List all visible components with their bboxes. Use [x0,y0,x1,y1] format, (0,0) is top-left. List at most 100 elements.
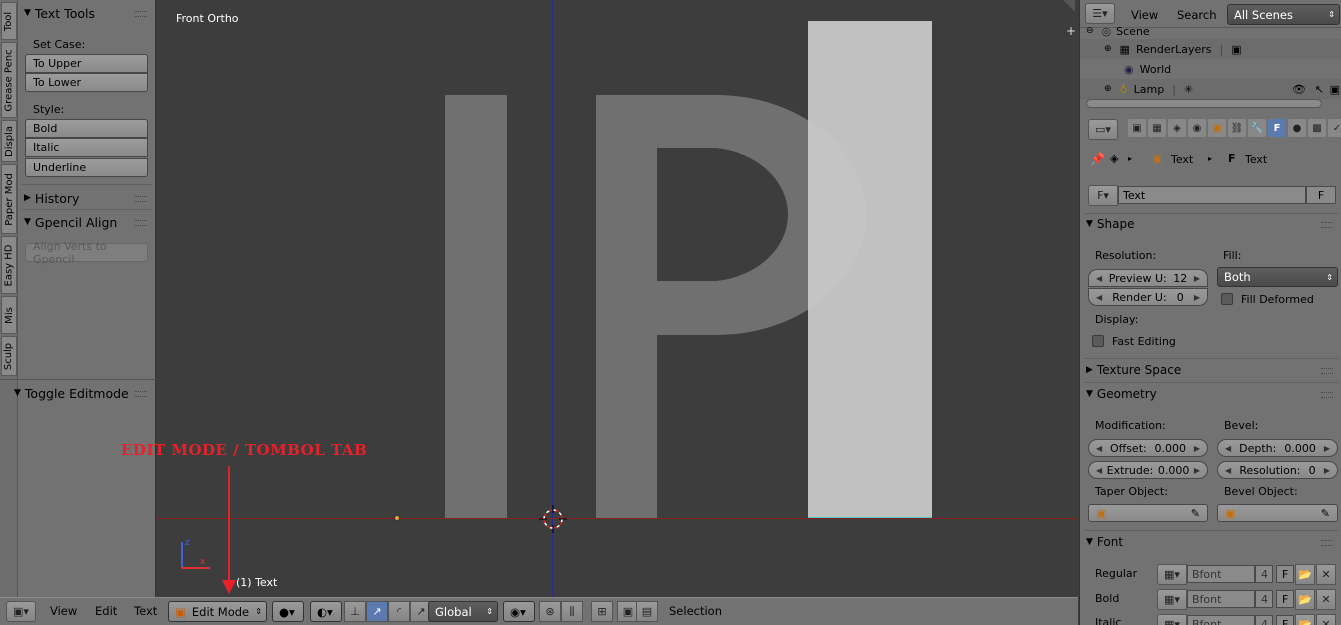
corner-handle-icon[interactable] [1063,0,1075,12]
menu-text[interactable]: Text [134,604,157,618]
datablock-name-field[interactable]: Text [1118,186,1306,204]
browse-font-icon[interactable]: ▦▾ [1157,589,1187,610]
scene-tab-icon[interactable]: ◈ [1168,119,1186,137]
unlink-close-icon[interactable]: ✕ [1316,589,1336,610]
menu-search[interactable]: Search [1177,8,1217,22]
bevel-resolution-field[interactable]: ◀ Resolution: 0 ▶ [1217,461,1338,479]
render-tab-icon[interactable]: ▣ [1128,119,1146,137]
manipulator-toggle-icon[interactable]: ⊥ [344,601,366,622]
expand-icon[interactable]: ⊕ [1104,44,1112,54]
outliner-row-renderlayers[interactable]: ⊕ ▦ RenderLayers | ▣ [1080,39,1341,59]
bevel-object-field[interactable]: ▣ ✎ [1217,504,1338,522]
physics-tab-icon[interactable]: ✓ [1328,119,1341,137]
snap-target-icon[interactable]: ⊞ [591,601,613,622]
to-upper-button[interactable]: To Upper [25,54,148,73]
increment-arrow-icon[interactable]: ▶ [1194,293,1200,302]
fake-user-button[interactable]: F [1276,590,1294,608]
outliner-row-scene[interactable]: ⊖ ◎ Scene [1080,24,1341,38]
mode-select[interactable]: ▣ Edit Mode ⇕ [168,601,267,622]
fake-user-button[interactable]: F [1306,186,1336,204]
decrement-arrow-icon[interactable]: ◀ [1096,274,1102,283]
editor-type-icon[interactable]: ☰▾ [1085,3,1115,24]
decrement-arrow-icon[interactable]: ◀ [1225,444,1231,453]
outliner-row-world[interactable]: ◉ World [1080,59,1341,79]
menu-view[interactable]: View [1131,8,1158,22]
unlink-close-icon[interactable]: ✕ [1316,564,1336,585]
render-camera-icon[interactable]: ▣ [1330,83,1340,96]
toggle-editmode-header[interactable]: ▼ Toggle Editmode [4,382,156,404]
texture-space-header[interactable]: ▶ Texture Space [1086,360,1336,380]
open-folder-icon[interactable]: 📂 [1295,564,1315,585]
browse-font-icon[interactable]: ▦▾ [1157,564,1187,585]
menu-view[interactable]: View [50,604,77,618]
menu-edit[interactable]: Edit [95,604,117,618]
pivot-select[interactable]: ◐▾ [310,601,342,622]
select-arrow-icon[interactable]: ↖ [1315,83,1324,96]
bold-button[interactable]: Bold [25,119,148,138]
to-lower-button[interactable]: To Lower [25,73,148,92]
tab-tool[interactable]: Tool [1,2,17,40]
material-tab-icon[interactable]: ● [1288,119,1306,137]
snap-icon[interactable]: ⊛ [539,601,561,622]
panel-grip-icon[interactable] [135,11,147,17]
anim-render-icon[interactable]: ▤ [636,601,658,622]
constraints-tab-icon[interactable]: ⛓ [1228,119,1246,137]
taper-object-field[interactable]: ▣ ✎ [1088,504,1208,522]
eyedropper-icon[interactable]: ✎ [1321,507,1330,520]
preview-u-field[interactable]: ◀ Preview U: 12 ▶ [1088,269,1208,287]
panel-grip-icon[interactable] [1321,540,1333,546]
increment-arrow-icon[interactable]: ▶ [1194,444,1200,453]
texture-tab-icon[interactable]: ▩ [1308,119,1326,137]
align-verts-button[interactable]: Align Verts to Gpencil [25,240,148,266]
increment-arrow-icon[interactable]: ▶ [1194,466,1200,475]
panel-grip-icon[interactable] [135,196,147,202]
outliner-row-lamp[interactable]: ⊕ ♁ Lamp | ✳ 👁 ↖ ▣ [1080,79,1341,99]
snap-element-icon[interactable]: ⫼ [561,601,583,622]
add-region-plus-icon[interactable]: + [1066,24,1076,38]
tab-easy-hd[interactable]: Easy HD [1,236,17,294]
editor-type-icon[interactable]: ▣▾ [6,601,36,622]
pin-icon[interactable]: 📌 [1090,152,1105,166]
shape-header[interactable]: ▼ Shape [1086,214,1336,234]
fast-editing-checkbox[interactable] [1092,335,1104,347]
decrement-arrow-icon[interactable]: ◀ [1096,293,1102,302]
modifiers-tab-icon[interactable]: 🔧 [1248,119,1266,137]
shading-select[interactable]: ●▾ [272,601,304,622]
italic-button[interactable]: Italic [25,138,148,157]
geometry-header[interactable]: ▼ Geometry [1086,384,1336,404]
orientation-select[interactable]: Global ⇕ [428,601,498,622]
editor-type-icon[interactable]: ▭▾ [1088,119,1118,140]
fill-deformed-checkbox[interactable] [1221,293,1233,305]
visibility-eye-icon[interactable]: 👁 [1292,83,1306,96]
scenes-select[interactable]: All Scenes ⇕ [1227,4,1340,25]
data-tab-icon[interactable]: F [1268,119,1286,137]
increment-arrow-icon[interactable]: ▶ [1324,466,1330,475]
rotate-icon[interactable]: ◜ [388,601,410,622]
world-tab-icon[interactable]: ◉ [1188,119,1206,137]
browse-font-icon[interactable]: ▦▾ [1157,614,1187,625]
render-u-field[interactable]: ◀ Render U: 0 ▶ [1088,288,1208,306]
font-name-field[interactable]: Bfont [1187,565,1255,583]
browse-datablock-icon[interactable]: F▾ [1088,185,1118,206]
tab-mis[interactable]: Mis [1,296,17,334]
font-name-field[interactable]: Bfont [1187,615,1255,625]
fill-mode-select[interactable]: Both ⇕ [1217,267,1338,287]
layers-tab-icon[interactable]: ▦ [1148,119,1166,137]
panel-grip-icon[interactable] [135,220,147,226]
unlink-close-icon[interactable]: ✕ [1316,614,1336,625]
increment-arrow-icon[interactable]: ▶ [1194,274,1200,283]
proportional-edit-select[interactable]: ◉▾ [503,601,535,622]
object-tab-icon[interactable]: ▣ [1208,119,1226,137]
open-folder-icon[interactable]: 📂 [1295,589,1315,610]
3d-viewport[interactable]: Front Ortho + z x [156,0,1078,597]
tab-sculpt[interactable]: Sculp [1,336,17,376]
extrude-field[interactable]: ◀ Extrude: 0.000 ▶ [1088,461,1208,479]
panel-grip-icon[interactable] [1321,222,1333,228]
depth-field[interactable]: ◀ Depth: 0.000 ▶ [1217,439,1338,457]
fake-user-button[interactable]: F [1276,565,1294,583]
font-name-field[interactable]: Bfont [1187,590,1255,608]
increment-arrow-icon[interactable]: ▶ [1324,444,1330,453]
tab-paper-mod[interactable]: Paper Mod [1,164,17,234]
open-folder-icon[interactable]: 📂 [1295,614,1315,625]
tab-display[interactable]: Displa [1,120,17,162]
